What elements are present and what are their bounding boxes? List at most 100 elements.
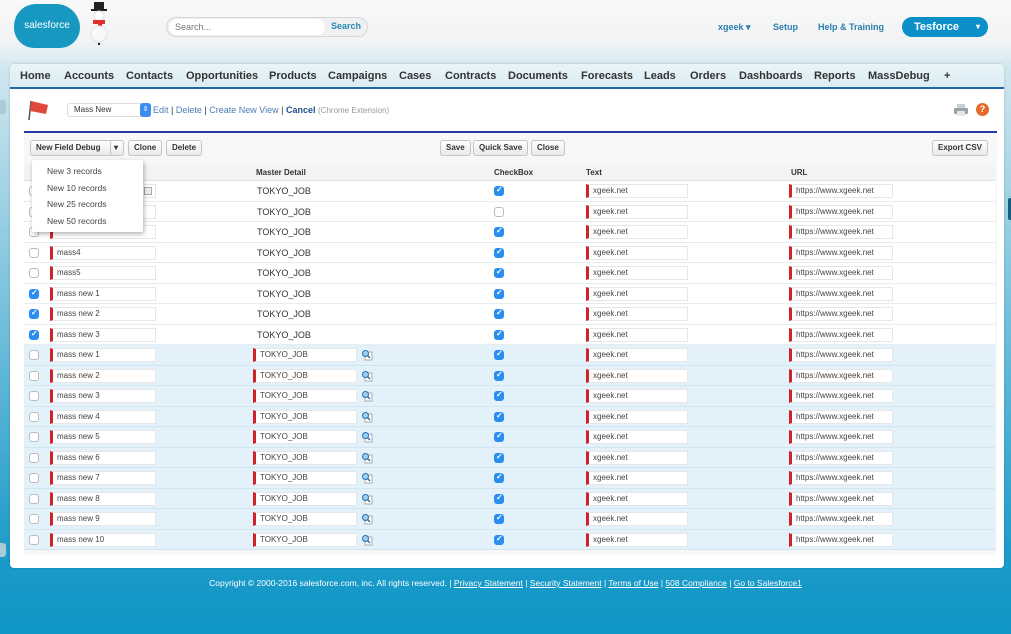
tab-opportunities[interactable]: Opportunities [186,70,258,82]
name-field[interactable]: mass new 4 [50,409,156,424]
menu-item-new-records[interactable]: New 25 records [47,199,107,209]
master-detail-field[interactable]: TOKYO_JOB [253,491,357,506]
checkbox-field[interactable] [494,493,504,504]
name-field[interactable]: mass new 3 [50,389,156,403]
close-button[interactable]: Close [531,140,565,156]
text-field[interactable]: xgeek.net [586,245,688,260]
text-field[interactable]: xgeek.net [586,471,688,485]
lookup-icon[interactable] [361,513,373,525]
lookup-icon[interactable] [361,431,373,443]
tab-documents[interactable]: Documents [508,70,568,82]
url-field[interactable]: https://www.xgeek.net [789,204,893,219]
master-detail-field[interactable]: TOKYO_JOB [253,430,357,444]
url-field[interactable]: https://www.xgeek.net [789,225,893,239]
row-select-checkbox[interactable] [29,411,39,422]
setup-link[interactable]: Setup [773,22,798,32]
master-detail-field[interactable]: TOKYO_JOB [253,409,357,424]
tab-massdebug[interactable]: MassDebug [868,70,930,82]
row-select-checkbox[interactable] [29,514,39,524]
text-field[interactable]: xgeek.net [586,327,688,342]
name-field[interactable]: mass new 7 [50,471,156,485]
name-field[interactable]: mass new 10 [50,532,156,547]
url-field[interactable]: https://www.xgeek.net [789,471,893,485]
tab-all-tabs[interactable]: + [944,70,950,82]
url-field[interactable]: https://www.xgeek.net [789,512,893,526]
field-info-icon[interactable] [144,187,152,195]
row-select-checkbox[interactable] [29,493,39,504]
url-field[interactable]: https://www.xgeek.net [789,286,893,301]
export-csv-button[interactable]: Export CSV [932,140,989,156]
salesforce1-link[interactable]: Go to Salesforce1 [734,578,802,588]
master-detail-field[interactable]: TOKYO_JOB [253,450,357,465]
text-field[interactable]: xgeek.net [586,450,688,465]
checkbox-field[interactable] [494,513,504,524]
tab-contracts[interactable]: Contracts [445,70,496,82]
lookup-icon[interactable] [361,349,373,361]
name-field[interactable]: mass new 1 [50,348,156,362]
menu-item-new-records[interactable]: New 10 records [47,183,107,193]
row-select-checkbox[interactable] [29,473,39,483]
delete-view-link[interactable]: Delete [176,105,202,115]
view-select[interactable]: Mass New ⇕ [67,103,151,117]
text-field[interactable]: xgeek.net [586,204,688,219]
text-field[interactable]: xgeek.net [586,512,688,526]
name-field[interactable]: mass4 [50,245,156,260]
row-select-checkbox[interactable] [29,247,39,258]
sidebar-toggle-handle-bottom[interactable] [0,543,6,557]
text-field[interactable]: xgeek.net [586,389,688,403]
lookup-icon[interactable] [361,452,373,464]
checkbox-field[interactable] [494,390,504,401]
checkbox-field[interactable] [494,267,504,278]
checkbox-field[interactable] [494,226,504,237]
tab-reports[interactable]: Reports [814,70,856,82]
url-field[interactable]: https://www.xgeek.net [789,450,893,465]
checkbox-field[interactable] [494,534,504,545]
url-field[interactable]: https://www.xgeek.net [789,430,893,444]
tab-cases[interactable]: Cases [399,70,431,82]
salesforce-logo[interactable]: salesforce [14,4,80,48]
checkbox-field[interactable] [494,349,504,360]
checkbox-field[interactable] [494,206,504,217]
row-select-checkbox[interactable] [29,370,39,381]
row-select-checkbox[interactable] [29,350,39,360]
terms-link[interactable]: Terms of Use [608,578,658,588]
url-field[interactable]: https://www.xgeek.net [789,409,893,424]
text-field[interactable]: xgeek.net [586,368,688,383]
text-field[interactable]: xgeek.net [586,286,688,301]
url-field[interactable]: https://www.xgeek.net [789,532,893,547]
name-field[interactable]: mass5 [50,266,156,280]
tab-forecasts[interactable]: Forecasts [581,70,633,82]
master-detail-field[interactable]: TOKYO_JOB [253,389,357,403]
name-field[interactable]: mass new 3 [50,327,156,342]
name-field[interactable]: mass new 8 [50,491,156,506]
row-select-checkbox[interactable] [29,534,39,545]
lookup-icon[interactable] [361,472,373,484]
checkbox-field[interactable] [494,247,504,258]
new-field-debug-button[interactable]: New Field Debug [30,140,122,156]
tab-campaigns[interactable]: Campaigns [328,70,387,82]
search-input[interactable] [169,19,325,35]
privacy-link[interactable]: Privacy Statement [454,578,523,588]
name-field[interactable]: mass new 5 [50,430,156,444]
new-dropdown-toggle[interactable]: ▾ [110,140,124,156]
url-field[interactable]: https://www.xgeek.net [789,307,893,321]
text-field[interactable]: xgeek.net [586,409,688,424]
help-icon[interactable]: ? [976,103,989,116]
row-select-checkbox[interactable] [29,268,39,278]
tab-products[interactable]: Products [269,70,317,82]
text-field[interactable]: xgeek.net [586,430,688,444]
name-field[interactable]: mass new 9 [50,512,156,526]
tab-accounts[interactable]: Accounts [64,70,114,82]
compliance-link[interactable]: 508 Compliance [665,578,726,588]
master-detail-field[interactable]: TOKYO_JOB [253,348,357,362]
user-menu[interactable]: xgeek ▾ [718,22,751,33]
text-field[interactable]: xgeek.net [586,184,688,198]
checkbox-field[interactable] [494,431,504,442]
tab-leads[interactable]: Leads [644,70,676,82]
column-header-checkbox[interactable]: CheckBox [494,168,533,177]
url-field[interactable]: https://www.xgeek.net [789,245,893,260]
text-field[interactable]: xgeek.net [586,307,688,321]
tab-contacts[interactable]: Contacts [126,70,173,82]
url-field[interactable]: https://www.xgeek.net [789,491,893,506]
row-select-checkbox[interactable] [29,432,39,442]
